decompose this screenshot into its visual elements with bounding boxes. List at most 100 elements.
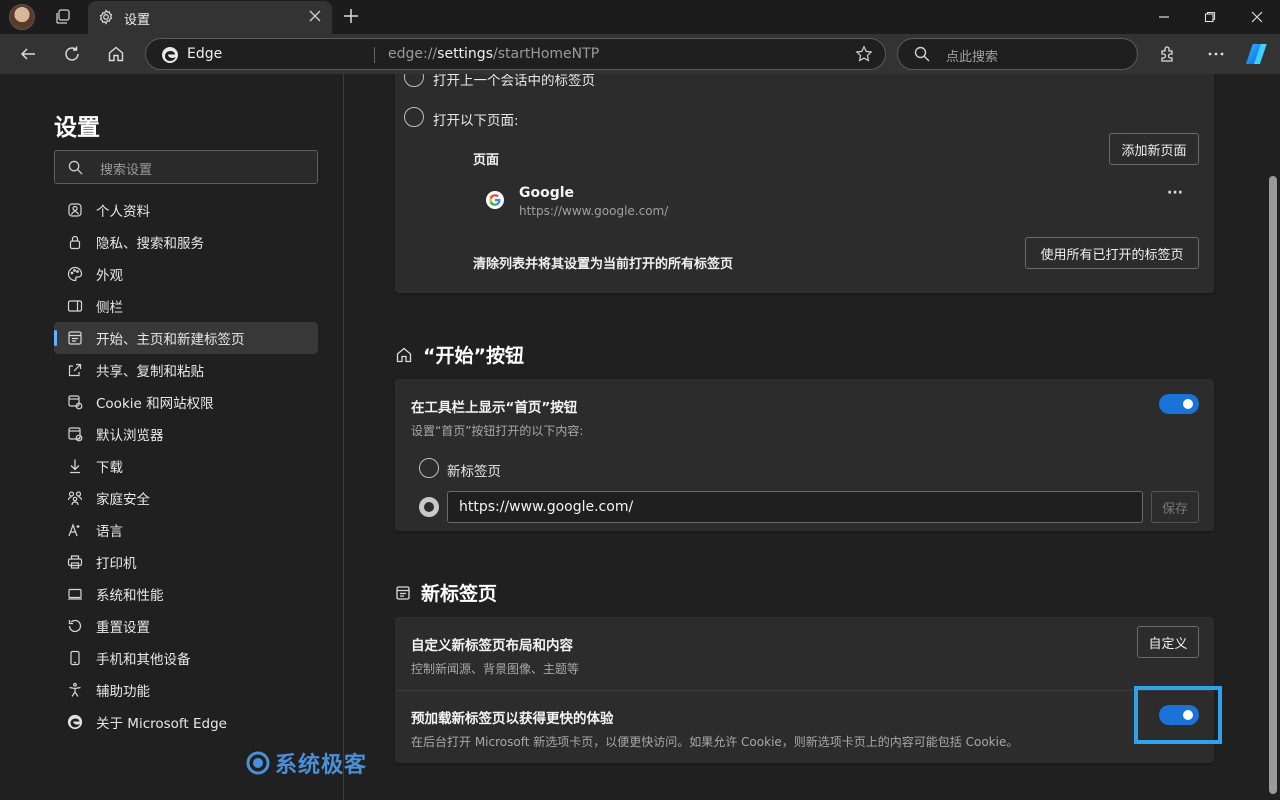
preload-description: 在后台打开 Microsoft 新选项卡页，以便更快访问。如果允许 Cookie…: [411, 735, 1019, 749]
new-tab-section-header: 新标签页: [395, 579, 497, 606]
sidebar-item-label: 侧栏: [96, 300, 123, 316]
sidebar-item-cookies[interactable]: Cookie 和网站权限: [54, 386, 318, 418]
clear-list-label: 清除列表并将其设置为当前打开的所有标签页: [473, 257, 734, 272]
address-bar[interactable]: Edge edge://settings/startHomeNTP: [145, 38, 886, 70]
sidebar-item-label: 手机和其他设备: [96, 652, 191, 668]
cookie-permissions-icon: [66, 393, 84, 411]
content-scrollbar[interactable]: [1266, 74, 1280, 800]
highlight-annotation: [1134, 686, 1222, 744]
url-prefix: edge://: [388, 46, 438, 62]
url-host: settings: [437, 46, 493, 62]
sidebar-item-label: 打印机: [96, 556, 137, 572]
home-url-field[interactable]: [448, 492, 1142, 522]
sidebar-item-label: 外观: [96, 268, 123, 284]
sidebar-item-label: 共享、复制和粘贴: [96, 364, 204, 380]
option-prev-session-label: 打开上一个会话中的标签页: [433, 74, 595, 89]
url-path: /startHomeNTP: [493, 46, 600, 62]
sidebar-item-downloads[interactable]: 下载: [54, 450, 318, 482]
radio-new-tab[interactable]: [419, 458, 439, 478]
lock-icon: [66, 233, 84, 251]
close-window-icon[interactable]: [1246, 6, 1268, 28]
web-search-box[interactable]: 点此搜索: [897, 38, 1138, 70]
page-title: 设置: [54, 115, 100, 141]
address-divider: [374, 47, 375, 63]
new-tab-card: 自定义新标签页布局和内容 控制新闻源、背景图像、主题等 自定义 预加载新标签页以…: [395, 617, 1214, 763]
home-button-sublabel: 设置“首页”按钮打开的以下内容:: [411, 424, 584, 438]
customize-button[interactable]: 自定义: [1137, 626, 1199, 658]
option-new-tab-label: 新标签页: [447, 464, 501, 480]
startup-card: 打开上一个会话中的标签页 打开以下页面: 页面 添加新页面 Google htt…: [395, 74, 1214, 293]
refresh-icon[interactable]: [61, 43, 83, 65]
radio-prev-session[interactable]: [404, 74, 424, 87]
sidebar-item-label: Cookie 和网站权限: [96, 396, 214, 412]
show-home-button-toggle[interactable]: [1159, 394, 1199, 414]
copilot-icon[interactable]: [1245, 42, 1271, 66]
sidebar-item-sidebar[interactable]: 侧栏: [54, 290, 318, 322]
minimize-icon[interactable]: [1153, 6, 1175, 28]
sidebar-item-label: 家庭安全: [96, 492, 150, 508]
title-bar: 设置: [0, 0, 1280, 34]
gear-icon: [98, 9, 114, 25]
workspaces-icon[interactable]: [52, 6, 74, 28]
search-placeholder: 点此搜索: [946, 50, 999, 65]
sidebar-item-share[interactable]: 共享、复制和粘贴: [54, 354, 318, 386]
sidebar-item-privacy[interactable]: 隐私、搜索和服务: [54, 226, 318, 258]
use-open-tabs-button[interactable]: 使用所有已打开的标签页: [1025, 237, 1199, 269]
customize-description: 控制新闻源、背景图像、主题等: [411, 662, 580, 676]
save-button[interactable]: 保存: [1151, 491, 1199, 523]
customize-label: 自定义新标签页布局和内容: [411, 638, 573, 654]
preload-label: 预加载新标签页以获得更快的体验: [411, 711, 614, 727]
tab-settings[interactable]: 设置: [88, 1, 332, 34]
edge-logo-icon: [161, 46, 179, 64]
share-icon: [66, 361, 84, 379]
page-entry-title: Google: [519, 185, 575, 201]
page-entry-more-icon[interactable]: ···: [1167, 185, 1183, 201]
settings-search-input[interactable]: 搜索设置: [54, 150, 318, 184]
home-tabs-icon: [66, 329, 84, 347]
sidebar-item-label: 系统和性能: [96, 588, 164, 604]
default-browser-icon: [66, 425, 84, 443]
sidebar-item-label: 隐私、搜索和服务: [96, 236, 204, 252]
sidebar-item-label: 个人资料: [96, 204, 150, 220]
extensions-icon[interactable]: [1157, 43, 1179, 65]
sidebar-item-reset[interactable]: 重置设置: [54, 610, 318, 642]
profile-avatar[interactable]: [9, 4, 35, 30]
new-tab-button[interactable]: [341, 6, 361, 26]
sidebar-item-start-home-newtab[interactable]: 开始、主页和新建标签页: [54, 322, 318, 354]
radio-open-pages[interactable]: [404, 107, 424, 127]
sidebar-item-printers[interactable]: 打印机: [54, 546, 318, 578]
download-icon: [66, 457, 84, 475]
settings-content: 打开上一个会话中的标签页 打开以下页面: 页面 添加新页面 Google htt…: [345, 74, 1266, 800]
scrollbar-thumb[interactable]: [1269, 176, 1277, 794]
sidebar-item-default-browser[interactable]: 默认浏览器: [54, 418, 318, 450]
settings-nav-list: 个人资料 隐私、搜索和服务 外观 侧栏 开始、主页和新建标签页 共享、复制和粘贴…: [54, 194, 318, 738]
sidebar-item-language[interactable]: 语言: [54, 514, 318, 546]
more-menu-icon[interactable]: [1205, 43, 1227, 65]
url-text: edge://settings/startHomeNTP: [388, 46, 599, 62]
watermark-text: 系统极客: [275, 753, 368, 778]
card-divider: [396, 690, 1213, 691]
sidebar-item-appearance[interactable]: 外观: [54, 258, 318, 290]
back-icon[interactable]: [17, 43, 39, 65]
radio-custom-url[interactable]: [419, 497, 439, 517]
home-url-input[interactable]: [447, 491, 1143, 523]
sidebar-item-system[interactable]: 系统和性能: [54, 578, 318, 610]
add-new-page-button[interactable]: 添加新页面: [1109, 133, 1199, 165]
sidebar-item-phone[interactable]: 手机和其他设备: [54, 642, 318, 674]
reset-icon: [66, 617, 84, 635]
sidebar-item-label: 重置设置: [96, 620, 150, 636]
home-icon[interactable]: [105, 43, 127, 65]
close-tab-icon[interactable]: [308, 9, 322, 23]
search-icon: [914, 46, 930, 62]
page-entry-url: https://www.google.com/: [519, 204, 669, 218]
pages-label: 页面: [473, 153, 500, 168]
sidebar-item-family[interactable]: 家庭安全: [54, 482, 318, 514]
sidebar-item-accessibility[interactable]: 辅助功能: [54, 674, 318, 706]
sidebar-item-about[interactable]: 关于 Microsoft Edge: [54, 706, 318, 738]
site-label: Edge: [187, 46, 223, 62]
sidebar-item-profile[interactable]: 个人资料: [54, 194, 318, 226]
search-icon: [68, 160, 83, 175]
favorite-star-icon[interactable]: [855, 45, 873, 63]
show-home-button-label: 在工具栏上显示“首页”按钮: [411, 400, 578, 416]
restore-icon[interactable]: [1199, 6, 1221, 28]
